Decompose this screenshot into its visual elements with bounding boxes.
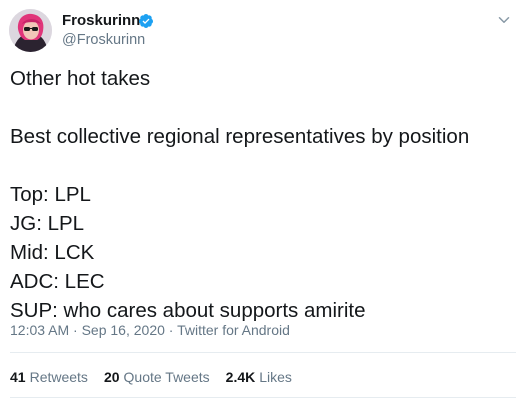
quote-tweets-label: Quote Tweets [123, 369, 210, 385]
divider [10, 352, 516, 353]
retweets-label: Retweets [29, 369, 88, 385]
tweet-text: Other hot takes Best collective regional… [10, 64, 520, 325]
tweet-card: Froskurinn @Froskurinn Other hot takes B… [0, 0, 526, 401]
quote-tweets-stat[interactable]: 20 Quote Tweets [104, 368, 210, 386]
avatar[interactable] [9, 9, 52, 52]
tweet-line: Mid: LCK [10, 241, 95, 264]
retweets-stat[interactable]: 41 Retweets [10, 368, 88, 386]
tweet-line: Best collective regional representatives… [10, 125, 470, 148]
likes-count: 2.4K [225, 369, 256, 385]
display-name[interactable]: Froskurinn [62, 12, 140, 30]
tweet-line: Other hot takes [10, 67, 151, 90]
tweet-stats: 41 Retweets 20 Quote Tweets 2.4K Likes [10, 368, 292, 386]
verified-badge-icon [138, 14, 153, 28]
tweet-line: ADC: LEC [10, 270, 105, 293]
tweet-line: JG: LPL [10, 212, 85, 235]
retweets-count: 41 [10, 369, 26, 385]
likes-stat[interactable]: 2.4K Likes [226, 368, 292, 386]
quote-tweets-count: 20 [103, 369, 120, 385]
divider [10, 397, 516, 398]
tweet-timestamp[interactable]: 12:03 AM · Sep 16, 2020 · Twitter for An… [10, 321, 290, 339]
likes-label: Likes [259, 369, 292, 385]
chevron-down-icon[interactable] [495, 11, 513, 29]
tweet-line: Top: LPL [10, 183, 91, 206]
handle[interactable]: @Froskurinn [62, 31, 145, 49]
